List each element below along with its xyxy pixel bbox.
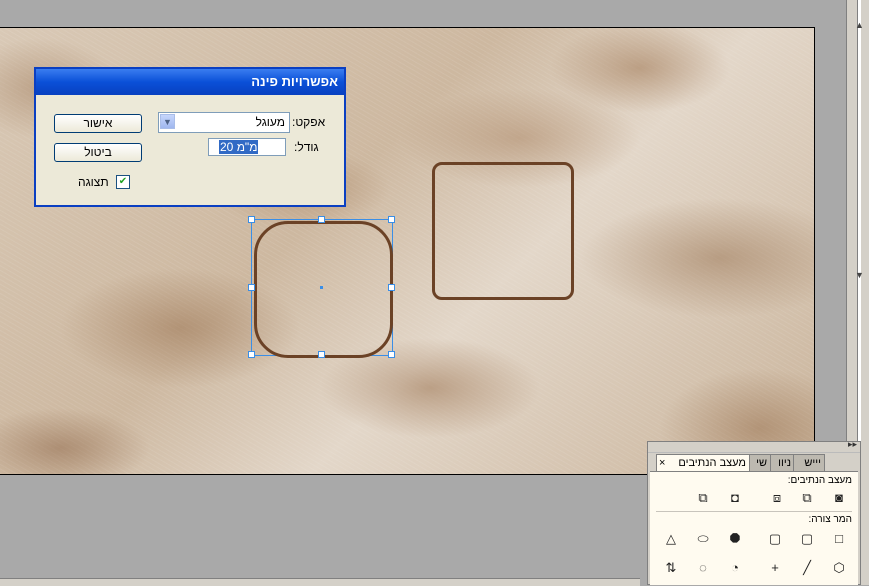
- tab-pathfinder[interactable]: × מעצב הנתיבים: [656, 454, 750, 472]
- selection-handle-bm[interactable]: [318, 351, 325, 358]
- rectangle-icon[interactable]: □: [830, 530, 848, 548]
- size-input[interactable]: 20 מ"מ: [208, 138, 286, 156]
- tab-navigator-label: ניוו: [778, 457, 791, 469]
- selection-handle-tl[interactable]: [248, 216, 255, 223]
- exclude-icon[interactable]: ⧉: [798, 489, 816, 507]
- inverse-rounded-rectangle-icon[interactable]: ▢: [766, 530, 784, 548]
- tab-align-2[interactable]: יייש: [793, 454, 825, 471]
- reverse-path-icon[interactable]: ⇅: [662, 559, 680, 577]
- subtract-icon[interactable]: ◘: [726, 489, 744, 507]
- selection-handle-mr[interactable]: [388, 284, 395, 291]
- ok-button[interactable]: אישור: [54, 114, 142, 133]
- polygon-icon[interactable]: ⬡: [830, 559, 848, 577]
- selection-handle-ml[interactable]: [248, 284, 255, 291]
- selection-handle-br[interactable]: [388, 351, 395, 358]
- preview-checkbox[interactable]: ✔: [116, 175, 130, 189]
- scroll-down-icon[interactable]: ▼: [855, 270, 864, 280]
- tab-close-icon[interactable]: ×: [659, 455, 665, 471]
- effect-dropdown[interactable]: ▼ מעוגל: [158, 112, 290, 133]
- open-path-icon[interactable]: ◔: [726, 559, 744, 577]
- panel-divider: [656, 511, 852, 512]
- ellipse-icon[interactable]: ⬭: [694, 530, 712, 548]
- intersect-icon[interactable]: ⧈: [768, 489, 786, 507]
- selection-center-point: [320, 286, 323, 289]
- dialog-title: אפשרויות פינה: [251, 74, 338, 89]
- scroll-up-icon[interactable]: ▲: [855, 20, 864, 30]
- minus-back-icon[interactable]: ◙: [830, 489, 848, 507]
- triangle-icon[interactable]: △: [662, 530, 680, 548]
- tab-align-2-label: יייש: [804, 457, 821, 469]
- rounded-rectangle-icon[interactable]: ▢: [798, 530, 816, 548]
- panel-collapse-icon[interactable]: ▸▸: [848, 439, 857, 450]
- tab-align[interactable]: שי: [749, 454, 771, 471]
- add-icon[interactable]: ⧉: [694, 489, 712, 507]
- shape-mode-section-label: המר צורה:: [808, 514, 852, 525]
- corner-options-dialog: אפשרויות פינה אישור ביטול אפקט: ▼ מעוגל …: [34, 67, 346, 207]
- line-icon[interactable]: ╱: [798, 559, 816, 577]
- effect-value: מעוגל: [255, 115, 285, 129]
- rounded-rectangle-shape[interactable]: [432, 162, 574, 300]
- tab-navigator[interactable]: ניוו: [769, 454, 795, 471]
- pathfinder-panel: ▸▸ × מעצב הנתיבים ניוו שי יייש מעצב הנתי…: [647, 439, 861, 585]
- selected-rounded-rectangle-shape[interactable]: [254, 221, 393, 358]
- preview-label: תצוגה: [78, 175, 109, 189]
- dialog-titlebar[interactable]: אפשרויות פינה: [36, 69, 344, 95]
- chevron-down-icon[interactable]: ▼: [160, 114, 175, 129]
- orthogonal-line-icon[interactable]: +: [766, 559, 784, 577]
- panel-header[interactable]: ▸▸: [648, 439, 860, 453]
- cancel-button[interactable]: ביטול: [54, 143, 142, 162]
- size-label: גודל:: [294, 140, 319, 154]
- pathfinder-section-label: מעצב הנתיבים:: [787, 475, 852, 486]
- selection-handle-tr[interactable]: [388, 216, 395, 223]
- tab-pathfinder-label: מעצב הנתיבים: [678, 457, 746, 469]
- selection-handle-tm[interactable]: [318, 216, 325, 223]
- beveled-rectangle-icon[interactable]: ⯃: [726, 530, 744, 548]
- panel-body: מעצב הנתיבים: ⧉ ◘ ⧈ ⧉ ◙ המר צורה: △ ⬭ ⯃ …: [650, 471, 858, 585]
- close-path-icon[interactable]: ◌: [694, 559, 712, 577]
- tab-align-label: שי: [756, 457, 767, 469]
- effect-label: אפקט:: [292, 115, 326, 129]
- selection-handle-bl[interactable]: [248, 351, 255, 358]
- size-value: 20 מ"מ: [219, 140, 259, 154]
